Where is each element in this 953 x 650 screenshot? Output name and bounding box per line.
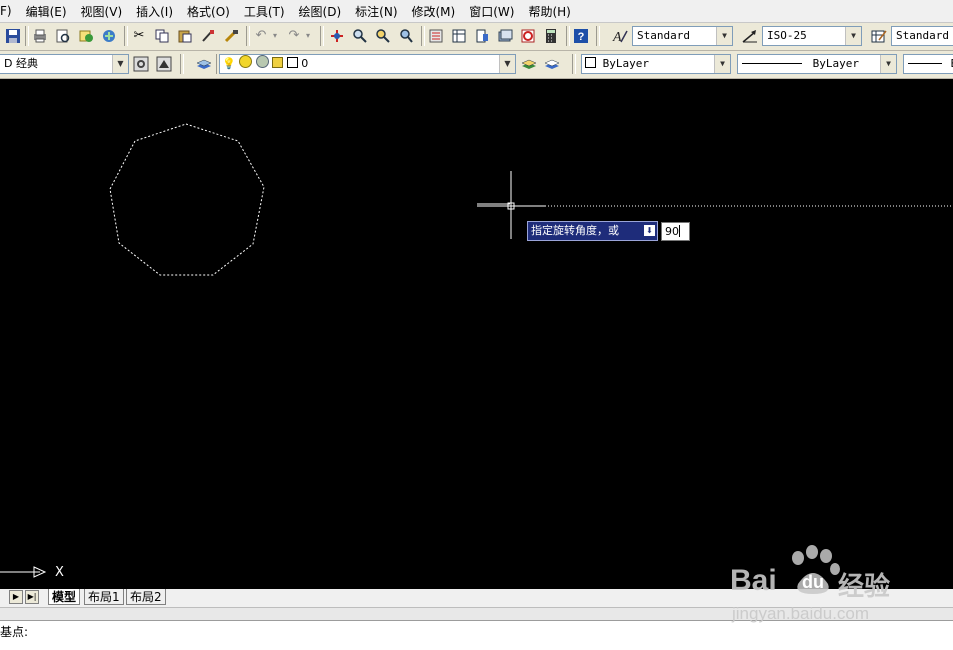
designcenter-icon[interactable] bbox=[449, 26, 469, 46]
command-text: 基点: bbox=[0, 625, 29, 639]
chevron-down-icon[interactable]: ▼ bbox=[716, 27, 732, 45]
etransmit-icon[interactable] bbox=[99, 26, 119, 46]
drawing-canvas[interactable]: X bbox=[0, 79, 953, 589]
redo-icon[interactable]: ↷ bbox=[284, 26, 304, 46]
make-current-layer-icon[interactable] bbox=[519, 54, 539, 74]
chevron-down-icon[interactable]: ▼ bbox=[845, 27, 861, 45]
menu-draw[interactable]: 绘图(D) bbox=[292, 3, 349, 20]
layer-color-swatch bbox=[286, 57, 298, 68]
table-style-value: Standard bbox=[896, 29, 949, 42]
cut-icon[interactable]: ✂ bbox=[129, 26, 149, 46]
angle-input[interactable]: 90 bbox=[661, 222, 690, 241]
svg-text:?: ? bbox=[578, 31, 585, 43]
menu-tools[interactable]: 工具(T) bbox=[237, 3, 292, 20]
color-value: ByLayer bbox=[602, 57, 649, 70]
linetype-value: ByLayer bbox=[812, 57, 859, 70]
text-caret bbox=[679, 225, 680, 237]
sheetset-icon[interactable] bbox=[495, 26, 515, 46]
menu-format[interactable]: 格式(O) bbox=[180, 3, 237, 20]
svg-text:A: A bbox=[612, 30, 622, 44]
menu-bar: F) 编辑(E) 视图(V) 插入(I) 格式(O) 工具(T) 绘图(D) 标… bbox=[0, 0, 953, 23]
chevron-down-icon[interactable]: ▼ bbox=[714, 55, 730, 73]
paste-icon[interactable] bbox=[175, 26, 195, 46]
copy-icon[interactable] bbox=[152, 26, 172, 46]
prompt-text: 指定旋转角度，或 bbox=[531, 224, 619, 237]
markup-icon[interactable] bbox=[518, 26, 538, 46]
dim-style-value: ISO-25 bbox=[767, 29, 807, 42]
heptagon-shape bbox=[109, 123, 265, 276]
menu-modify[interactable]: 修改(M) bbox=[405, 3, 463, 20]
text-style-value: Standard bbox=[637, 29, 690, 42]
workspace-save-icon[interactable] bbox=[154, 54, 174, 74]
color-swatch bbox=[585, 57, 596, 68]
pan-icon[interactable] bbox=[327, 26, 347, 46]
dynamic-input-prompt: 指定旋转角度，或 ⬇ bbox=[527, 221, 658, 241]
undo-dropdown-icon[interactable]: ▾ bbox=[270, 26, 280, 46]
layer-select[interactable]: 💡 0 ▼ bbox=[219, 54, 516, 74]
dim-style-select[interactable]: ISO-25 ▼ bbox=[762, 26, 862, 46]
chevron-down-icon[interactable]: ▼ bbox=[112, 55, 128, 73]
lineweight-select[interactable]: B bbox=[903, 54, 953, 74]
viewport-freeze-icon[interactable] bbox=[255, 55, 269, 68]
tab-layout1[interactable]: 布局1 bbox=[84, 589, 124, 605]
layer-name: 0 bbox=[301, 57, 309, 70]
lineweight-sample bbox=[908, 63, 942, 64]
brush-icon[interactable] bbox=[221, 26, 241, 46]
menu-insert[interactable]: 插入(I) bbox=[129, 3, 180, 20]
help-icon[interactable]: ? bbox=[571, 26, 591, 46]
menu-edit[interactable]: 编辑(E) bbox=[19, 3, 74, 20]
chevron-down-icon[interactable]: ▼ bbox=[499, 55, 515, 73]
workspace-select[interactable]: D 经典 ▼ bbox=[0, 54, 129, 74]
watermark-brand2: du bbox=[802, 572, 824, 592]
watermark-product: 经验 bbox=[838, 572, 891, 602]
toolpalettes-icon[interactable] bbox=[472, 26, 492, 46]
layer-manager-icon[interactable] bbox=[194, 54, 214, 74]
ucs-x-label: X bbox=[55, 565, 64, 580]
linetype-sample bbox=[742, 63, 802, 64]
angle-input-value: 90 bbox=[665, 225, 679, 238]
tab-layout2[interactable]: 布局2 bbox=[126, 589, 166, 605]
text-style-icon[interactable]: A bbox=[610, 26, 630, 46]
sun-icon[interactable] bbox=[239, 55, 253, 68]
linetype-select[interactable]: ByLayer ▼ bbox=[737, 54, 897, 74]
table-style-icon[interactable] bbox=[869, 26, 889, 46]
calculator-icon[interactable] bbox=[541, 26, 561, 46]
watermark-url: jingyan.baidu.com bbox=[732, 604, 870, 623]
tab-model[interactable]: 模型 bbox=[48, 589, 81, 605]
menu-dimension[interactable]: 标注(N) bbox=[348, 3, 404, 20]
menu-help[interactable]: 帮助(H) bbox=[521, 3, 577, 20]
dim-style-icon[interactable] bbox=[740, 26, 760, 46]
workspace-value: D 经典 bbox=[4, 57, 38, 70]
zoom-realtime-icon[interactable] bbox=[350, 26, 370, 46]
plot-preview-icon[interactable] bbox=[53, 26, 73, 46]
watermark-brand: Bai bbox=[730, 564, 777, 597]
next-tab-icon[interactable]: ▶ bbox=[9, 590, 23, 604]
lock-icon[interactable] bbox=[272, 57, 284, 68]
text-style-select[interactable]: Standard ▼ bbox=[632, 26, 733, 46]
lightbulb-icon[interactable]: 💡 bbox=[222, 57, 236, 70]
publish-icon[interactable] bbox=[76, 26, 96, 46]
zoom-previous-icon[interactable] bbox=[396, 26, 416, 46]
layers-toolbar: D 经典 ▼ 💡 0 ▼ ByLayer ▼ ByLayer ▼ B bbox=[0, 51, 953, 79]
color-select[interactable]: ByLayer ▼ bbox=[581, 54, 731, 74]
last-tab-icon[interactable]: ▶| bbox=[25, 590, 39, 604]
chevron-down-icon[interactable]: ▼ bbox=[880, 55, 896, 73]
watermark: Bai du 经验 jingyan.baidu.com bbox=[728, 542, 928, 632]
menu-window[interactable]: 窗口(W) bbox=[462, 3, 521, 20]
down-arrow-icon[interactable]: ⬇ bbox=[644, 225, 655, 236]
workspace-settings-icon[interactable] bbox=[131, 54, 151, 74]
table-style-select[interactable]: Standard bbox=[891, 26, 953, 46]
print-icon[interactable] bbox=[30, 26, 50, 46]
undo-icon[interactable]: ↶ bbox=[251, 26, 271, 46]
menu-file[interactable]: F) bbox=[0, 4, 19, 18]
menu-view[interactable]: 视图(V) bbox=[74, 3, 130, 20]
layer-previous-icon[interactable] bbox=[542, 54, 562, 74]
properties-icon[interactable] bbox=[426, 26, 446, 46]
matchprop-icon[interactable] bbox=[198, 26, 218, 46]
save-icon[interactable] bbox=[3, 26, 23, 46]
drawing-area bbox=[0, 123, 953, 578]
zoom-window-icon[interactable] bbox=[373, 26, 393, 46]
redo-dropdown-icon[interactable]: ▾ bbox=[303, 26, 313, 46]
standard-toolbar: ✂ ↶ ▾ ↷ ▾ ? A Standard ▼ ISO-25 ▼ Standa… bbox=[0, 23, 953, 51]
